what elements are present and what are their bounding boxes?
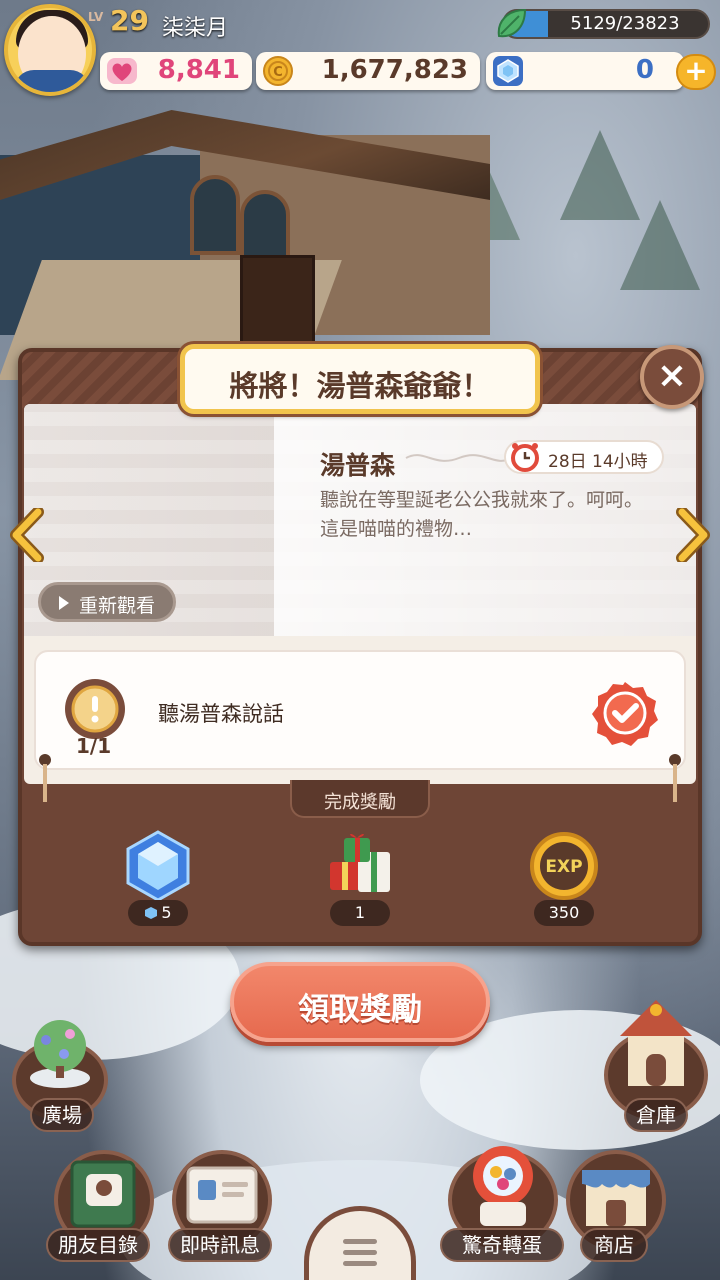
- coin-icon: C: [263, 56, 293, 86]
- buy-gems-button[interactable]: +: [676, 54, 716, 90]
- hearts-counter: 8,841: [100, 52, 252, 90]
- reward-diamond: 5: [112, 828, 204, 928]
- nav-shop-label: 商店: [580, 1228, 648, 1262]
- menu-icon: [343, 1239, 377, 1272]
- hearts-value: 8,841: [157, 55, 240, 85]
- reward-count: 5: [128, 900, 188, 926]
- dialog-text: 聽說在等聖誕老公公我就來了。呵呵。 這是喵喵的禮物…: [320, 486, 680, 544]
- player-name: 柒柒月: [162, 16, 229, 41]
- claim-reward-label: 領取獎勵: [298, 992, 422, 1028]
- quest-title-banner: 將將！湯普森爺爺！: [180, 344, 540, 414]
- messages-card-icon: [186, 1166, 258, 1224]
- speaker-name: 湯普森: [320, 451, 396, 480]
- reward-count: 350: [534, 900, 594, 926]
- nav-plaza-label: 廣場: [30, 1098, 94, 1132]
- xp-progress-text: 5129/23823: [570, 13, 680, 34]
- quest-title: 將將！湯普森爺爺！: [229, 369, 491, 403]
- svg-text:C: C: [273, 65, 283, 80]
- alarm-clock-icon: [511, 443, 539, 472]
- player-avatar[interactable]: [4, 4, 96, 96]
- gacha-machine-icon: [473, 1146, 533, 1226]
- nav-storage-label: 倉庫: [624, 1098, 688, 1132]
- diamond-icon: [126, 830, 190, 902]
- coins-counter: C 1,677,823: [256, 52, 480, 90]
- reward-exp: EXP 350: [518, 828, 610, 928]
- ornament-divider-icon: [405, 454, 513, 462]
- task-description: 聽湯普森說話: [158, 702, 284, 726]
- leaf-xp-icon: [497, 8, 527, 38]
- close-icon: ×: [656, 355, 688, 396]
- gem-icon: [493, 56, 523, 86]
- exp-icon: EXP: [530, 832, 598, 900]
- previous-arrow-icon[interactable]: [8, 508, 48, 562]
- nav-friends-label: 朋友目錄: [46, 1228, 150, 1262]
- level-label: LV: [88, 10, 104, 24]
- task-medal-icon: [65, 679, 125, 739]
- nav-messages-label: 即時訊息: [168, 1228, 272, 1262]
- storage-house-icon: [620, 1000, 692, 1086]
- task-complete-check-icon: [592, 682, 658, 746]
- reward-count: 1: [330, 900, 390, 926]
- plaza-tree-icon: [30, 1020, 90, 1088]
- rope-decoration: [39, 754, 51, 802]
- rewards-title: 完成獎勵: [324, 792, 396, 813]
- player-level: 29: [110, 4, 149, 37]
- event-timer: 28日 14小時: [504, 440, 664, 474]
- heart-icon: [107, 58, 137, 84]
- rewards-header: 完成獎勵: [290, 780, 430, 818]
- timer-text: 28日 14小時: [548, 452, 648, 472]
- rope-decoration: [669, 754, 681, 802]
- next-arrow-icon[interactable]: [672, 508, 712, 562]
- gift-box-icon: [330, 833, 390, 892]
- replay-label: 重新觀看: [79, 595, 156, 617]
- dialog-line-2: 這是喵喵的禮物…: [320, 518, 473, 540]
- friends-book-icon: [70, 1160, 136, 1228]
- xp-progress-bar: 5129/23823: [502, 9, 710, 39]
- gem-icon: [145, 907, 158, 919]
- dialog-line-1: 聽說在等聖誕老公公我就來了。呵呵。: [320, 489, 644, 511]
- cafe-house: [0, 110, 490, 380]
- task-progress: 1/1: [76, 734, 112, 758]
- reward-gift: 1: [314, 828, 406, 928]
- claim-reward-button[interactable]: 領取獎勵: [230, 962, 490, 1042]
- replay-button[interactable]: 重新觀看: [38, 582, 176, 622]
- gems-counter: 0: [486, 52, 684, 90]
- coins-value: 1,677,823: [321, 55, 468, 85]
- svg-text:EXP: EXP: [545, 857, 582, 877]
- nav-gacha-label: 驚奇轉蛋: [440, 1228, 564, 1262]
- play-icon: [59, 596, 69, 610]
- gems-value: 0: [635, 55, 654, 85]
- task-card: [34, 650, 686, 770]
- close-button[interactable]: ×: [640, 345, 704, 409]
- shop-stall-icon: [582, 1170, 650, 1226]
